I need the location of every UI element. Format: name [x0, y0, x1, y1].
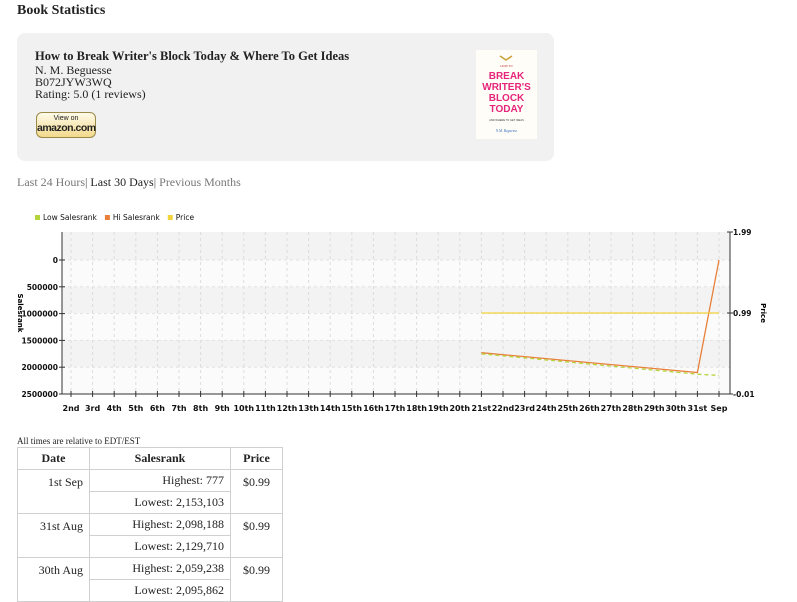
row-highest: Highest: 2,098,188 [89, 513, 231, 536]
amazon-logo: amazon.com [37, 122, 96, 134]
x-tick-label: 7th [171, 404, 186, 413]
plot-band [62, 367, 730, 394]
row-highest: Highest: 777 [89, 469, 231, 492]
timezone-note: All times are relative to EDT/EST [17, 436, 141, 446]
plot-band [62, 232, 730, 260]
x-tick-label: 31st [688, 404, 708, 413]
x-tick-label: 23rd [514, 404, 535, 413]
legend-swatch [104, 215, 110, 220]
x-tick-label: 20th [449, 404, 470, 413]
plot-band [62, 287, 730, 313]
x-tick-label: 14th [320, 404, 341, 413]
x-tick-label: 15th [341, 404, 362, 413]
col-header-salesrank: Salesrank [89, 447, 231, 470]
x-tick-label: 5th [128, 404, 143, 413]
row-date: 1st Sep [17, 469, 90, 514]
y-left-tick-label: 2500000 [21, 390, 58, 399]
y-right-tick-label: 0.99 [733, 309, 752, 318]
x-tick-label: 25th [557, 404, 578, 413]
cover-line3: BLOCK [489, 93, 525, 104]
plot-band [62, 260, 730, 287]
y-right-tick-label: 1.99 [733, 228, 752, 237]
x-tick-label: 30th [665, 404, 686, 413]
y-right-axis-label: Price [759, 303, 767, 323]
row-price: $0.99 [230, 557, 283, 602]
row-date: 30th Aug [17, 557, 90, 602]
col-header-price: Price [230, 447, 283, 470]
legend-label: Low Salesrank [43, 213, 98, 222]
table-row: 1st Sep Highest: 777 $0.99 [17, 469, 283, 514]
table-row: 30th Aug Highest: 2,059,238 $0.99 [17, 557, 283, 602]
tab-previous-months[interactable]: Previous Months [159, 175, 241, 189]
table-row: 31st Aug Highest: 2,098,188 $0.99 [17, 513, 283, 558]
legend-swatch [167, 215, 173, 220]
row-lowest: Lowest: 2,153,103 [89, 491, 231, 514]
salesrank-chart: 2nd 3rd 4th 5th 6th 7th 8th 9th 10th 11th 12th 13th… [16, 213, 767, 413]
row-date: 31st Aug [17, 513, 90, 558]
y-left-axis-label: Salesrank [16, 294, 24, 333]
col-header-date: Date [17, 447, 90, 470]
book-rating: Rating: 5.0 (1 reviews) [35, 87, 146, 101]
x-tick-label: 9th [215, 404, 230, 413]
page-title: Book Statistics [17, 3, 106, 18]
legend-swatch [35, 215, 40, 220]
x-tick-label: 16th [363, 404, 384, 413]
book-title: How to Break Writer's Block Today & Wher… [35, 49, 350, 63]
y-right-tick-label: -0.01 [733, 390, 755, 399]
row-lowest: Lowest: 2,095,862 [89, 579, 231, 602]
x-tick-label: Sep [711, 404, 728, 413]
x-tick-label: 26th [579, 404, 600, 413]
x-tick-label: 11th [255, 404, 276, 413]
row-price: $0.99 [230, 469, 283, 514]
x-tick-label: 8th [193, 404, 208, 413]
book-card: How to Break Writer's Block Today & Wher… [17, 33, 554, 161]
cover-line4: TODAY [490, 104, 524, 115]
cover-subtitle: AND WHERE TO GET IDEAS [489, 118, 524, 122]
tab-separator: | [85, 175, 88, 189]
x-tick-label: 2nd [63, 404, 80, 413]
cover-small-top: HOW TO [500, 64, 513, 68]
book-cover-image: HOW TO BREAK WRITER'S BLOCK TODAY AND WH… [476, 50, 537, 139]
salesrank-table: Date Salesrank Price 1st Sep Highest: 77… [17, 447, 283, 602]
view-on-amazon-button[interactable]: View on amazon.com [36, 112, 96, 138]
cover-author: N.M. Beguesse [495, 129, 518, 133]
x-tick-label: 21st [472, 404, 492, 413]
y-left-tick-label: 1000000 [21, 310, 58, 319]
x-tick-label: 22nd [492, 404, 515, 413]
x-tick-label: 27th [601, 404, 622, 413]
plot-band [62, 340, 730, 367]
row-price: $0.99 [230, 513, 283, 558]
x-tick-label: 3rd [85, 404, 101, 413]
plot-band [62, 313, 730, 340]
table-header-row: Date Salesrank Price [17, 447, 283, 470]
y-left-tick-label: 2000000 [21, 363, 58, 372]
tab-separator: | [153, 175, 157, 189]
x-tick-label: 12th [277, 404, 298, 413]
x-tick-label: 4th [107, 404, 122, 413]
x-tick-label: 19th [428, 404, 449, 413]
legend-label: Hi Salesrank [113, 213, 161, 222]
x-tick-label: 6th [150, 404, 165, 413]
y-left-tick-label: 1500000 [21, 336, 58, 345]
tab-last-30-days[interactable]: Last 30 Days [90, 175, 153, 189]
x-tick-label: 29th [644, 404, 665, 413]
time-range-tabs: Last 24 Hours| Last 30 Days| Previous Mo… [17, 175, 241, 190]
x-tick-label: 17th [385, 404, 406, 413]
x-tick-label: 10th [233, 404, 254, 413]
cover-line2: WRITER'S [482, 82, 531, 93]
x-tick-label: 28th [622, 404, 643, 413]
legend-label: Price [176, 213, 195, 222]
row-lowest: Lowest: 2,129,710 [89, 535, 231, 558]
y-left-tick-label: 0 [53, 256, 58, 265]
y-left-tick-label: 500000 [27, 283, 58, 292]
x-tick-label: 24th [536, 404, 557, 413]
x-tick-label: 18th [406, 404, 427, 413]
x-tick-label: 13th [298, 404, 319, 413]
row-highest: Highest: 2,059,238 [89, 557, 231, 580]
cover-line1: BREAK [489, 71, 525, 82]
tab-last-24-hours[interactable]: Last 24 Hours [17, 175, 85, 189]
